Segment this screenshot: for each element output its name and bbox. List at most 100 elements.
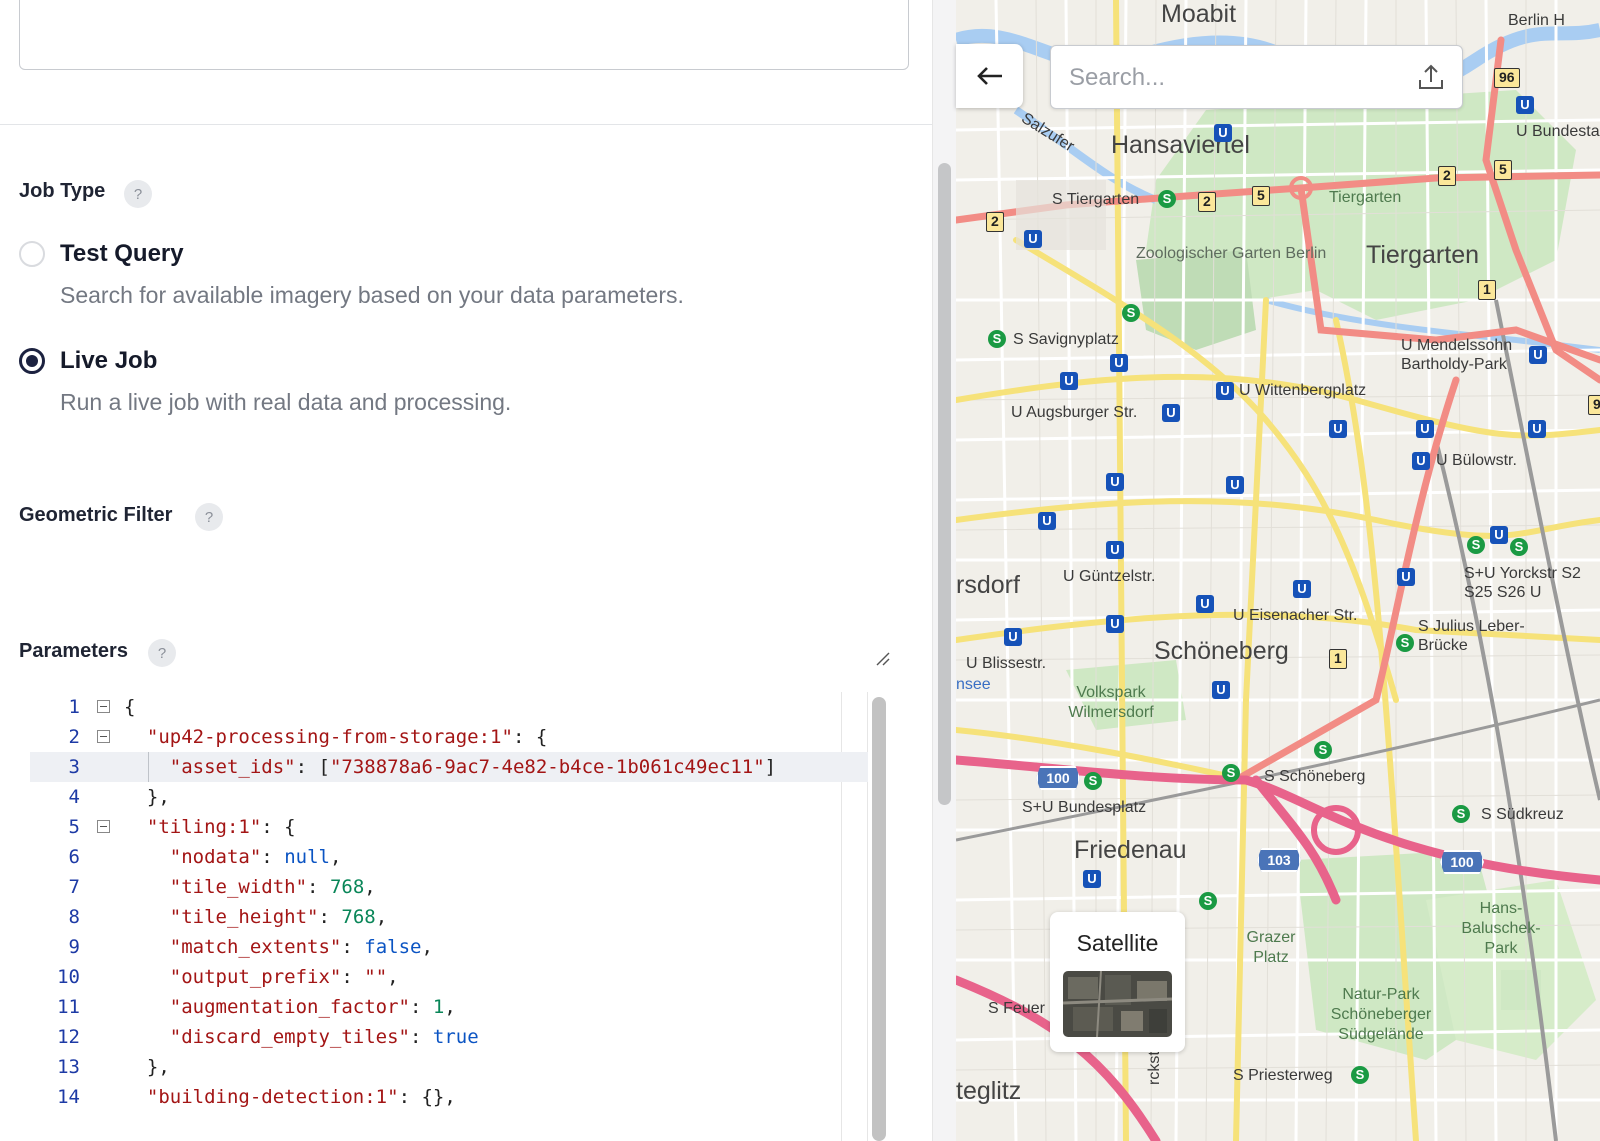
s-bahn-icon: S [988,330,1006,348]
map-station-label: S Savignyplatz [1013,331,1119,348]
satellite-thumbnail [1063,971,1172,1037]
fold-toggle-icon[interactable] [97,730,110,743]
u-bahn-icon: U [1516,96,1534,114]
map-search-input[interactable] [1069,60,1399,96]
s-bahn-icon: S [1467,536,1485,554]
editor-scrollbar[interactable] [872,697,886,1141]
editor-line[interactable]: 1{ [30,692,868,722]
line-number: 11 [57,996,80,1018]
road-number-badge: 5 [1252,186,1270,206]
line-number: 4 [68,786,80,808]
parameters-code-editor[interactable]: 1{2 "up42-processing-from-storage:1": {3… [30,692,890,1141]
map-place-label: Schöneberg [1154,637,1289,665]
editor-line[interactable]: 13 }, [30,1052,868,1082]
map-poi-label: Zoologischer Garten Berlin [1136,245,1327,262]
geometric-filter-help-icon[interactable]: ? [195,503,223,531]
job-form-panel: Job Type ? Test Query Search for availab… [0,0,932,1141]
s-bahn-icon: S [1122,304,1140,322]
job-type-title: Job Type [19,180,106,202]
editor-line[interactable]: 2 "up42-processing-from-storage:1": { [30,722,868,752]
editor-line[interactable]: 10 "output_prefix": "", [30,962,868,992]
editor-line[interactable]: 12 "discard_empty_tiles": true [30,1022,868,1052]
map-station-label: Berlin H [1508,12,1565,29]
map-search-box[interactable] [1050,45,1463,109]
code-text: "up42-processing-from-storage:1": { [146,726,548,748]
page-scrollbar-track [932,0,956,1141]
test-query-label[interactable]: Test Query [60,240,184,268]
road-number-badge: 96 [1494,68,1520,88]
satellite-layer-toggle[interactable]: Satellite [1050,912,1185,1052]
resize-handle-icon[interactable] [874,650,890,666]
fold-toggle-icon[interactable] [97,820,110,833]
editor-line[interactable]: 7 "tile_width": 768, [30,872,868,902]
code-text: "output_prefix": "", [169,966,399,988]
u-bahn-icon: U [1162,404,1180,422]
description-textarea[interactable] [19,0,909,70]
code-text: "augmentation_factor": 1, [169,996,456,1018]
map-station-label: U Eisenacher Str. [1233,607,1358,624]
s-bahn-icon: S [1199,892,1217,910]
s-bahn-icon: S [1314,741,1332,759]
u-bahn-icon: U [1490,526,1508,544]
code-text: { [124,696,136,718]
u-bahn-icon: U [1106,541,1124,559]
page-scrollbar-thumb[interactable] [938,163,951,805]
u-bahn-icon: U [1226,476,1244,494]
editor-line[interactable]: 4 }, [30,782,868,812]
map-station-label: U Augsburger Str. [1011,404,1138,421]
highway-number-badge: 103 [1257,848,1301,872]
job-type-help-icon[interactable]: ? [124,180,152,208]
map-place-label: Friedenau [1074,836,1187,864]
code-text: "asset_ids": ["738878a6-9ac7-4e82-b4ce-1… [169,756,777,778]
map-station-label: U Mendelssohn Bartholdy-Park [1401,337,1513,373]
test-query-radio[interactable] [19,241,45,267]
editor-line[interactable]: 8 "tile_height": 768, [30,902,868,932]
editor-line[interactable]: 9 "match_extents": false, [30,932,868,962]
u-bahn-icon: U [1196,595,1214,613]
u-bahn-icon: U [1060,372,1078,390]
map-station-label: U Wittenbergplatz [1239,382,1367,399]
back-button[interactable] [956,44,1023,108]
editor-line[interactable]: 5 "tiling:1": { [30,812,868,842]
editor-line[interactable]: 6 "nodata": null, [30,842,868,872]
s-bahn-icon: S [1510,538,1528,556]
map-park-label: Grazer Platz [1246,929,1296,966]
u-bahn-icon: U [1329,420,1347,438]
editor-line[interactable]: 14 "building-detection:1": {}, [30,1082,868,1112]
u-bahn-icon: U [1216,382,1234,400]
u-bahn-icon: U [1397,568,1415,586]
line-number: 9 [68,936,80,958]
s-bahn-icon: S [1084,772,1102,790]
map-water-label: nsee [956,676,991,693]
u-bahn-icon: U [1106,615,1124,633]
map-station-label: S Priesterweg [1233,1067,1333,1084]
u-bahn-icon: U [1412,452,1430,470]
s-bahn-icon: S [1222,764,1240,782]
parameters-help-icon[interactable]: ? [148,639,176,667]
live-job-label[interactable]: Live Job [60,347,157,375]
line-number: 6 [68,846,80,868]
geometric-filter-title: Geometric Filter [19,504,173,526]
editor-line[interactable]: 3 "asset_ids": ["738878a6-9ac7-4e82-b4ce… [30,752,868,782]
map-station-label: S Schöneberg [1264,768,1366,785]
map-station-label: U Bundesta [1516,123,1600,140]
s-bahn-icon: S [1158,190,1176,208]
road-number-badge: 1 [1478,280,1496,300]
s-bahn-icon: S [1351,1066,1369,1084]
code-text: }, [124,1056,170,1078]
map-park-label: Volkspark Wilmersdorf [1068,684,1154,721]
editor-line[interactable]: 11 "augmentation_factor": 1, [30,992,868,1022]
line-number: 13 [57,1056,80,1078]
road-number-badge: 1 [1329,649,1347,669]
map-place-label: teglitz [956,1077,1022,1105]
line-number: 7 [68,876,80,898]
map-station-label: U Blissestr. [966,655,1047,672]
fold-toggle-icon[interactable] [97,700,110,713]
map-station-label: U Bülowstr. [1436,452,1517,469]
live-job-radio[interactable] [19,348,45,374]
map-station-label: U Güntzelstr. [1063,568,1156,585]
upload-icon[interactable] [1416,62,1446,92]
line-number: 2 [68,726,80,748]
line-number: 8 [68,906,80,928]
line-number: 14 [57,1086,80,1108]
